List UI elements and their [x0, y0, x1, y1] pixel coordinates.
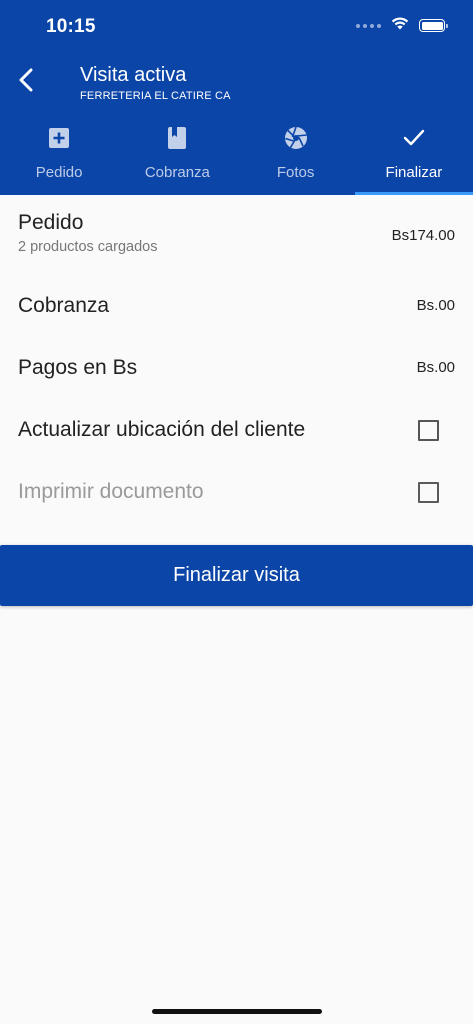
- pedido-amount: Bs174.00: [391, 227, 455, 244]
- page-title: Visita activa: [80, 64, 187, 86]
- book-icon: [167, 126, 187, 150]
- cobranza-title: Cobranza: [18, 294, 110, 317]
- wifi-icon: [391, 16, 409, 35]
- finalizar-visita-button[interactable]: Finalizar visita: [0, 545, 473, 606]
- client-name: FERRETERIA EL CATIRE CA: [80, 90, 231, 102]
- camera-aperture-icon: [284, 126, 308, 150]
- pedido-subtitle: 2 productos cargados: [18, 239, 158, 255]
- actualizar-ubicacion-checkbox[interactable]: [418, 420, 439, 441]
- pagos-row[interactable]: Pagos en Bs Bs.00: [0, 356, 473, 380]
- tab-bar: Pedido Cobranza Fotos Finalizar: [0, 118, 473, 195]
- actualizar-ubicacion-row: Actualizar ubicación del cliente: [0, 418, 473, 442]
- imprimir-documento-row: Imprimir documento: [0, 480, 473, 504]
- pedido-title: Pedido: [18, 211, 84, 234]
- status-time: 10:15: [46, 16, 96, 37]
- tab-label: Cobranza: [144, 164, 210, 181]
- tab-fotos[interactable]: Fotos: [237, 118, 355, 195]
- home-indicator: [152, 1009, 322, 1014]
- pedido-row[interactable]: Pedido 2 productos cargados Bs174.00: [0, 211, 473, 255]
- chevron-left-icon: [18, 68, 34, 97]
- cobranza-amount: Bs.00: [416, 297, 455, 314]
- tab-pedido[interactable]: Pedido: [0, 118, 118, 195]
- tab-cobranza[interactable]: Cobranza: [118, 118, 236, 195]
- status-bar: 10:15: [0, 0, 473, 54]
- tab-label: Pedido: [35, 164, 83, 181]
- battery-icon: [419, 19, 448, 32]
- tab-label: Finalizar: [385, 164, 443, 181]
- signal-icon: [356, 23, 381, 28]
- pagos-title: Pagos en Bs: [18, 356, 138, 379]
- plus-box-icon: [48, 126, 70, 150]
- imprimir-documento-label: Imprimir documento: [18, 480, 204, 503]
- check-icon: [403, 126, 425, 150]
- cobranza-row[interactable]: Cobranza Bs.00: [0, 294, 473, 318]
- tab-finalizar[interactable]: Finalizar: [354, 118, 473, 195]
- imprimir-documento-checkbox[interactable]: [418, 482, 439, 503]
- pagos-amount: Bs.00: [416, 359, 455, 376]
- actualizar-ubicacion-label: Actualizar ubicación del cliente: [18, 418, 306, 441]
- status-icons: [356, 16, 448, 35]
- app-header: 10:15 Visita activa FERRETERIA EL CATIRE…: [0, 0, 473, 195]
- back-button[interactable]: [8, 62, 44, 102]
- tab-label: Fotos: [276, 164, 315, 181]
